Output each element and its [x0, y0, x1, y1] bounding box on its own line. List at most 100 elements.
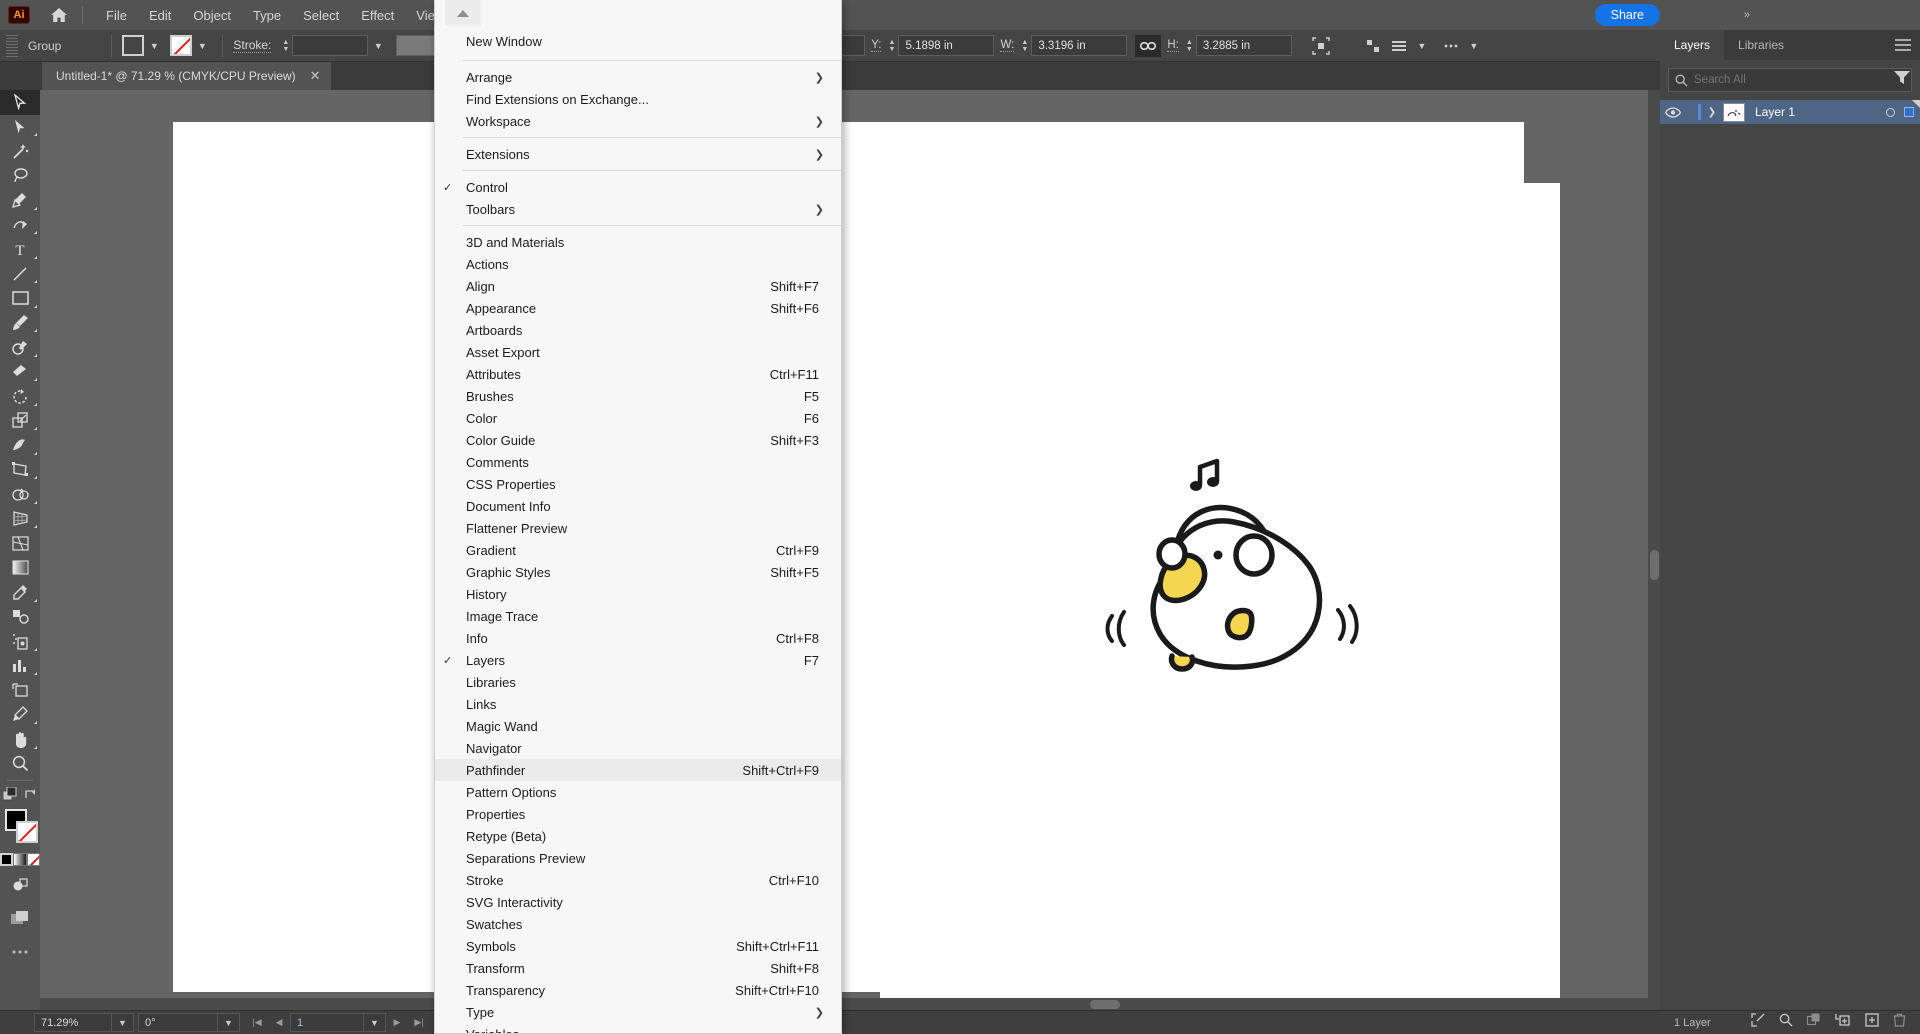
stroke-color-swatch[interactable] — [170, 35, 192, 56]
stroke-chevron-down-icon[interactable]: ▼ — [192, 35, 212, 56]
menu-item-artboards[interactable]: Artboards — [435, 319, 841, 341]
chevron-right-icon[interactable]: ❯ — [1701, 107, 1723, 118]
paintbrush-tool[interactable] — [0, 311, 40, 336]
zoom-tool[interactable] — [0, 752, 40, 777]
zoom-chevron-down-icon[interactable]: ▼ — [112, 1013, 134, 1032]
stroke-weight-chevron-down-icon[interactable]: ▼ — [368, 35, 388, 56]
menu-item-stroke[interactable]: Stroke Ctrl+F10 — [435, 869, 841, 891]
eyedropper-tool[interactable] — [0, 580, 40, 605]
artboard-tool[interactable] — [0, 678, 40, 703]
last-artboard-icon[interactable]: ▶| — [408, 1013, 430, 1032]
tab-libraries[interactable]: Libraries — [1724, 30, 1798, 60]
draw-normal-icon[interactable] — [0, 873, 40, 898]
menu-item-swatches[interactable]: Swatches — [435, 913, 841, 935]
align-panel-icon[interactable] — [1360, 33, 1386, 59]
menu-item-arrange[interactable]: Arrange ❯ — [435, 66, 841, 88]
free-transform-tool[interactable] — [0, 458, 40, 483]
layers-search-input[interactable] — [1694, 74, 1844, 86]
eye-icon[interactable] — [1660, 107, 1686, 118]
more-options-chevron-down-icon[interactable]: ▼ — [1464, 35, 1484, 56]
menu-item-extensions[interactable]: Extensions ❯ — [435, 143, 841, 165]
arrange-icon[interactable] — [1386, 33, 1412, 59]
menu-item-pathfinder[interactable]: Pathfinder Shift+Ctrl+F9 — [435, 759, 841, 781]
arrange-chevron-down-icon[interactable]: ▼ — [1412, 35, 1432, 56]
layer-name[interactable]: Layer 1 — [1755, 105, 1795, 119]
menu-item-asset-export[interactable]: Asset Export — [435, 341, 841, 363]
pen-tool[interactable] — [0, 188, 40, 213]
fill-color-swatch[interactable] — [122, 35, 144, 56]
edit-toolbar-icon[interactable] — [0, 940, 40, 965]
layer-target-icon[interactable] — [1886, 108, 1895, 117]
menu-item-3d-and-materials[interactable]: 3D and Materials — [435, 231, 841, 253]
menu-item-css-properties[interactable]: CSS Properties — [435, 473, 841, 495]
horizontal-scrollbar[interactable] — [40, 998, 1648, 1010]
w-stepper[interactable]: ▲▼ — [1018, 35, 1031, 56]
menu-item-svg-interactivity[interactable]: SVG Interactivity — [435, 891, 841, 913]
stroke-weight-input[interactable] — [292, 35, 368, 56]
menu-item-separations-preview[interactable]: Separations Preview — [435, 847, 841, 869]
h-stepper[interactable]: ▲▼ — [1183, 35, 1196, 56]
menu-item-color[interactable]: Color F6 — [435, 407, 841, 429]
menu-item-new-window[interactable]: New Window — [435, 28, 841, 55]
menu-item-image-trace[interactable]: Image Trace — [435, 605, 841, 627]
menu-item-pattern-options[interactable]: Pattern Options — [435, 781, 841, 803]
horizontal-scrollbar-thumb[interactable] — [1090, 1000, 1120, 1009]
hand-tool[interactable] — [0, 727, 40, 752]
menu-item-document-info[interactable]: Document Info — [435, 495, 841, 517]
screen-mode-icon[interactable] — [0, 906, 40, 931]
direct-selection-tool[interactable] — [0, 115, 40, 140]
document-tab[interactable]: Untitled-1* @ 71.29 % (CMYK/CPU Preview)… — [42, 62, 331, 90]
default-fill-stroke-icon[interactable] — [3, 787, 17, 806]
shaper-tool[interactable] — [0, 335, 40, 360]
zoom-level-input[interactable]: 71.29% — [34, 1013, 112, 1032]
menu-item-layers[interactable]: ✓ Layers F7 — [435, 649, 841, 671]
menu-item-properties[interactable]: Properties — [435, 803, 841, 825]
menu-object[interactable]: Object — [182, 3, 242, 28]
create-sublayer-icon[interactable] — [1835, 1013, 1851, 1032]
menu-item-variables[interactable]: Variables — [435, 1023, 841, 1034]
stroke-weight-label[interactable]: Stroke: — [233, 38, 271, 53]
lasso-tool[interactable] — [0, 164, 40, 189]
menu-item-transform[interactable]: Transform Shift+F8 — [435, 957, 841, 979]
mesh-tool[interactable] — [0, 531, 40, 556]
rotation-chevron-down-icon[interactable]: ▼ — [218, 1013, 240, 1032]
gradient-icon[interactable] — [13, 853, 26, 866]
artboard-number-input[interactable]: 1 — [290, 1013, 364, 1032]
menu-item-appearance[interactable]: Appearance Shift+F6 — [435, 297, 841, 319]
menu-item-attributes[interactable]: Attributes Ctrl+F11 — [435, 363, 841, 385]
menu-item-navigator[interactable]: Navigator — [435, 737, 841, 759]
menu-item-toolbars[interactable]: Toolbars ❯ — [435, 198, 841, 220]
duck-with-headphones-illustration[interactable] — [1100, 450, 1360, 700]
panel-menu-icon[interactable] — [1886, 30, 1920, 60]
search-icon[interactable] — [1779, 1013, 1793, 1032]
menu-item-history[interactable]: History — [435, 583, 841, 605]
menu-edit[interactable]: Edit — [138, 3, 182, 28]
previous-artboard-icon[interactable]: ◀ — [268, 1013, 290, 1032]
curvature-tool[interactable] — [0, 213, 40, 238]
first-artboard-icon[interactable]: |◀ — [246, 1013, 268, 1032]
menu-item-color-guide[interactable]: Color Guide Shift+F3 — [435, 429, 841, 451]
color-swatch-icon[interactable] — [0, 853, 13, 866]
type-tool[interactable]: T — [0, 237, 40, 262]
scroll-up-arrow-icon[interactable] — [445, 0, 481, 26]
menu-effect[interactable]: Effect — [350, 3, 405, 28]
vertical-scrollbar-thumb[interactable] — [1650, 550, 1659, 580]
menu-item-find-extensions-on-exchange[interactable]: Find Extensions on Exchange... — [435, 88, 841, 110]
shape-builder-tool[interactable] — [0, 482, 40, 507]
rotate-tool[interactable] — [0, 384, 40, 409]
make-clipping-mask-icon[interactable] — [1807, 1013, 1821, 1032]
none-icon[interactable] — [27, 853, 40, 866]
rectangle-tool[interactable] — [0, 286, 40, 311]
y-input[interactable]: 5.1898 in — [898, 35, 994, 56]
menu-item-type[interactable]: Type ❯ — [435, 1001, 841, 1023]
eraser-tool[interactable] — [0, 360, 40, 385]
gradient-tool[interactable] — [0, 556, 40, 581]
menu-item-actions[interactable]: Actions — [435, 253, 841, 275]
perspective-grid-tool[interactable] — [0, 507, 40, 532]
menu-item-control[interactable]: ✓ Control — [435, 176, 841, 198]
swap-fill-stroke-icon[interactable] — [24, 787, 37, 805]
symbol-sprayer-tool[interactable] — [0, 629, 40, 654]
more-options-icon[interactable] — [1438, 33, 1464, 59]
filter-icon[interactable] — [1894, 70, 1910, 90]
menu-select[interactable]: Select — [292, 3, 350, 28]
